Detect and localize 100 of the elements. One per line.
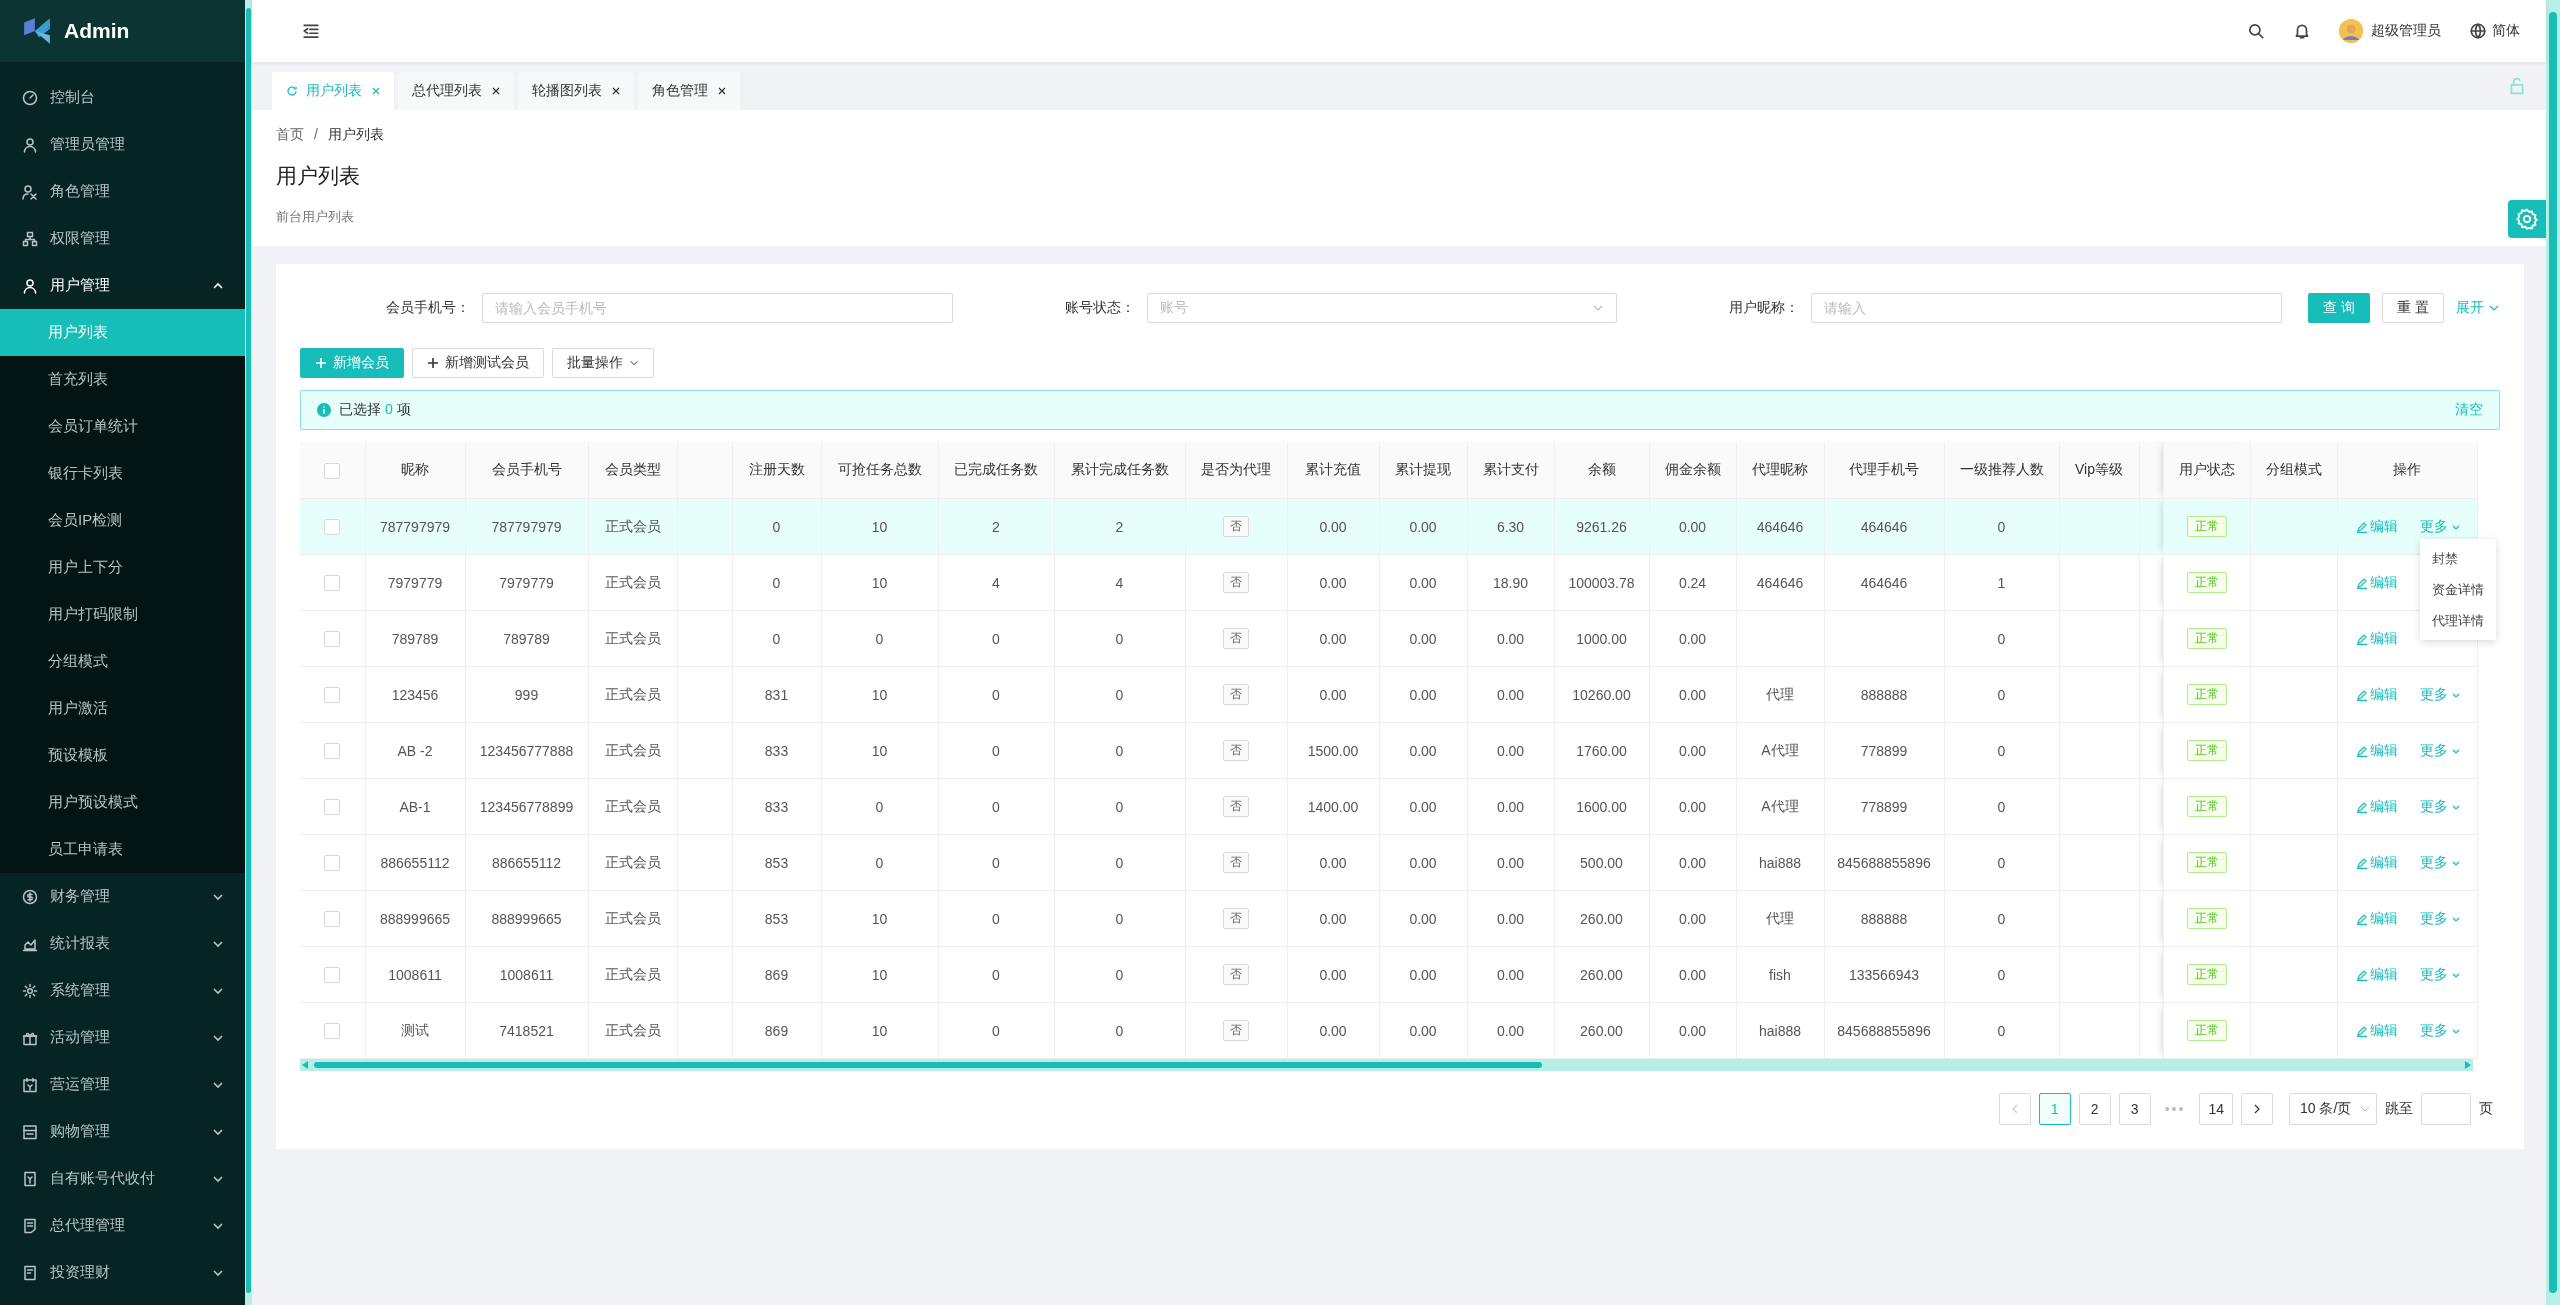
sidebar-item[interactable]: 系统管理 bbox=[0, 967, 245, 1014]
close-icon[interactable] bbox=[610, 85, 622, 97]
checkbox[interactable] bbox=[324, 575, 341, 592]
sidebar-item[interactable]: 营运管理 bbox=[0, 1061, 245, 1108]
sidebar-item[interactable]: 投资理财 bbox=[0, 1249, 245, 1296]
refresh-icon bbox=[286, 85, 298, 97]
sidebar-item[interactable]: 统计报表 bbox=[0, 920, 245, 967]
table-row[interactable]: AB -2 123456777888 正式会员 833 10 0 0 否 1500.00 0.00 0.00 1760.00 0.00 A代理 778899 0 正常 编辑 更多 bbox=[300, 722, 2477, 779]
sidebar-subitem[interactable]: 会员订单统计 bbox=[0, 403, 245, 450]
sidebar-subitem[interactable]: 首充列表 bbox=[0, 356, 245, 403]
horizontal-scrollbar[interactable] bbox=[300, 1059, 2473, 1071]
table-cell: fish bbox=[1736, 946, 1824, 1003]
next-page-button[interactable] bbox=[2241, 1093, 2273, 1125]
breadcrumb-link[interactable]: 首页 bbox=[276, 126, 304, 144]
gauge-icon bbox=[22, 89, 38, 106]
avatar[interactable] bbox=[2339, 19, 2363, 43]
table-cell: 0.00 bbox=[1287, 1002, 1379, 1059]
table-cell: 888999665 bbox=[365, 890, 465, 947]
sidebar-item[interactable]: 管理员管理 bbox=[0, 121, 245, 168]
sidebar-subitem[interactable]: 用户激活 bbox=[0, 685, 245, 732]
settings-button[interactable] bbox=[2508, 200, 2546, 238]
table-cell: 0.00 bbox=[1287, 610, 1379, 667]
page-button[interactable]: 2 bbox=[2078, 1093, 2111, 1125]
checkbox[interactable] bbox=[324, 967, 341, 984]
sidebar-subitem[interactable]: 员工申请表 bbox=[0, 826, 245, 873]
sidebar-subitem[interactable]: 预设模板 bbox=[0, 732, 245, 779]
sidebar-subitem[interactable]: 用户打码限制 bbox=[0, 591, 245, 638]
sidebar-item[interactable]: 总代理管理 bbox=[0, 1202, 245, 1249]
checkbox[interactable] bbox=[324, 743, 341, 760]
page-tab[interactable]: 角色管理 bbox=[638, 72, 740, 110]
column-header: 昵称 bbox=[365, 442, 465, 499]
page-size-select[interactable]: 10 条/页 bbox=[2289, 1093, 2377, 1125]
page-scrollbar[interactable] bbox=[2546, 0, 2560, 1305]
sidebar-item[interactable]: 角色管理 bbox=[0, 168, 245, 215]
add-test-member-button[interactable]: 新增测试会员 bbox=[412, 348, 544, 378]
table-cell: 0.00 bbox=[1649, 722, 1736, 779]
user-icon bbox=[22, 277, 38, 294]
table-cell: 0 bbox=[938, 890, 1054, 947]
checkbox[interactable] bbox=[324, 799, 341, 816]
column-header: 注册天数 bbox=[732, 442, 821, 499]
sidebar-item[interactable]: 活动管理 bbox=[0, 1014, 245, 1061]
table-cell: 464646 bbox=[1736, 554, 1824, 611]
calendar-icon bbox=[22, 1076, 38, 1093]
sidebar-item[interactable]: 财务管理 bbox=[0, 873, 245, 920]
checkbox[interactable] bbox=[324, 911, 341, 928]
sidebar-scrollbar[interactable] bbox=[245, 0, 252, 1305]
table-cell: 0 bbox=[1054, 834, 1185, 891]
page-button[interactable]: 14 bbox=[2199, 1093, 2233, 1125]
table-row[interactable]: 测试 7418521 正式会员 869 10 0 0 否 0.00 0.00 0.00 260.00 0.00 hai888 845688855896 0 正常 编辑 更多 bbox=[300, 1002, 2477, 1059]
sidebar-item[interactable]: 用户管理 bbox=[0, 262, 245, 309]
checkbox[interactable] bbox=[324, 1023, 341, 1040]
table-row[interactable]: AB-1 123456778899 正式会员 833 0 0 0 否 1400.00 0.00 0.00 1600.00 0.00 A代理 778899 0 正常 编辑 更多 bbox=[300, 778, 2477, 835]
checkbox[interactable] bbox=[324, 631, 341, 648]
page-tab[interactable]: 轮播图列表 bbox=[518, 72, 634, 110]
page-tab[interactable]: 总代理列表 bbox=[398, 72, 514, 110]
table-cell: 正式会员 bbox=[588, 834, 677, 891]
table-row[interactable]: 123456 999 正式会员 831 10 0 0 否 0.00 0.00 0.00 10260.00 0.00 代理 888888 0 正常 编辑 更多 bbox=[300, 666, 2477, 723]
reset-button[interactable]: 重 置 bbox=[2382, 293, 2444, 323]
table-cell: 833 bbox=[732, 722, 821, 779]
sidebar-subitem[interactable]: 用户上下分 bbox=[0, 544, 245, 591]
batch-actions-button[interactable]: 批量操作 bbox=[552, 348, 654, 378]
table-row[interactable]: 1008611 1008611 正式会员 869 10 0 0 否 0.00 0.00 0.00 260.00 0.00 fish 133566943 0 正常 编辑 更多 bbox=[300, 946, 2477, 1003]
checkbox[interactable] bbox=[324, 687, 341, 704]
user-name[interactable]: 超级管理员 bbox=[2371, 22, 2441, 40]
table-row[interactable]: 886655112 886655112 正式会员 853 0 0 0 否 0.00 0.00 0.00 500.00 0.00 hai888 845688855896 0 正常 编辑 更多 bbox=[300, 834, 2477, 891]
page-input[interactable] bbox=[2421, 1093, 2471, 1125]
table-cell: 10 bbox=[821, 498, 938, 555]
sidebar-item[interactable]: 控制台 bbox=[0, 74, 245, 121]
table-cell: 1600.00 bbox=[1554, 778, 1649, 835]
table-cell: 正式会员 bbox=[588, 554, 677, 611]
input-field[interactable]: 请输入 bbox=[1811, 293, 2283, 323]
checkbox[interactable] bbox=[324, 855, 341, 872]
sidebar-subitem[interactable]: 银行卡列表 bbox=[0, 450, 245, 497]
page-button[interactable]: 3 bbox=[2118, 1093, 2151, 1125]
agent-tag: 否 bbox=[1223, 684, 1249, 705]
language-label[interactable]: 简体 bbox=[2492, 22, 2520, 40]
checkbox[interactable] bbox=[324, 519, 341, 536]
table-cell: 0 bbox=[1054, 890, 1185, 947]
table-cell: 853 bbox=[732, 890, 821, 947]
sidebar-item[interactable]: 购物管理 bbox=[0, 1108, 245, 1155]
table-cell: A代理 bbox=[1736, 722, 1824, 779]
input-field[interactable]: 请输入会员手机号 bbox=[482, 293, 953, 323]
sidebar-subitem[interactable]: 会员IP检测 bbox=[0, 497, 245, 544]
sidebar-subitem[interactable]: 分组模式 bbox=[0, 638, 245, 685]
table-cell: AB-1 bbox=[365, 778, 465, 835]
table-cell: 886655112 bbox=[465, 834, 588, 891]
logo-icon bbox=[22, 16, 52, 46]
sidebar-item[interactable]: 权限管理 bbox=[0, 215, 245, 262]
close-icon[interactable] bbox=[490, 85, 502, 97]
table-cell: 0.24 bbox=[1649, 554, 1736, 611]
sidebar-subitem[interactable]: 用户预设模式 bbox=[0, 779, 245, 826]
bell-icon bbox=[2293, 22, 2311, 40]
table-row[interactable]: 888999665 888999665 正式会员 853 10 0 0 否 0.00 0.00 0.00 260.00 0.00 代理 888888 0 正常 编辑 更多 bbox=[300, 890, 2477, 947]
table-cell: 1 bbox=[1944, 554, 2059, 611]
checkbox[interactable] bbox=[324, 462, 341, 479]
close-icon[interactable] bbox=[716, 85, 728, 97]
table-cell: 0.00 bbox=[1467, 1002, 1554, 1059]
table-cell: 2 bbox=[1054, 498, 1185, 555]
sidebar-item[interactable]: 自有账号代收付 bbox=[0, 1155, 245, 1202]
column-header: 用户状态 bbox=[2163, 442, 2250, 499]
